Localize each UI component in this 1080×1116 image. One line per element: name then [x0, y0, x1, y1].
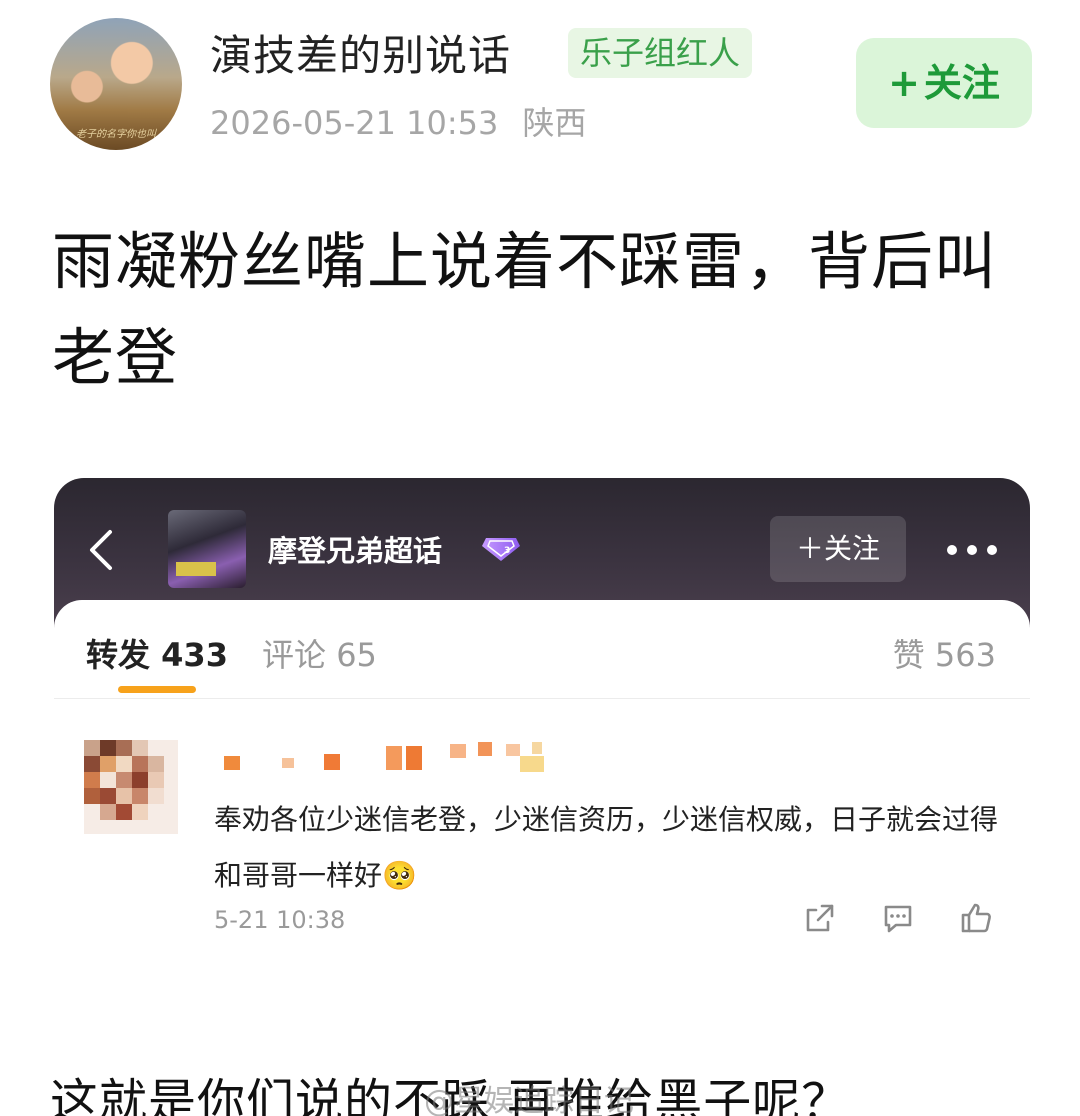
tab-like-label: 赞 [892, 636, 925, 674]
author-badge: 乐子组红人 [568, 28, 753, 78]
tab-comment-label: 评论 [262, 636, 327, 674]
pleading-face-icon: 🥺 [382, 859, 417, 892]
post-meta: 2026-05-21 10:53 陕西 [210, 98, 587, 144]
tab-comment-count: 65 [336, 636, 377, 674]
embedded-screenshot: 摩登兄弟超话 3 ＋关注 转发 433 评论 65 赞 563 奉劝各位少迷信老… [54, 478, 1030, 956]
tab-like[interactable]: 赞 563 [893, 630, 996, 676]
vip-icon: 3 [482, 538, 520, 561]
author-avatar[interactable]: 老子的名字你也叫 [50, 18, 182, 150]
topic-thumbnail[interactable] [168, 510, 246, 588]
share-icon[interactable] [802, 900, 838, 936]
commenter-avatar-blurred[interactable] [84, 740, 178, 834]
tab-divider [54, 698, 1030, 699]
tab-repost-label: 转发 [86, 636, 151, 674]
comment-time: 5-21 10:38 [214, 906, 346, 934]
more-icon[interactable] [946, 544, 998, 556]
follow-button[interactable]: + 关注 [856, 38, 1032, 128]
comment-icon[interactable] [880, 900, 916, 936]
active-tab-indicator [118, 686, 196, 693]
comment-text: 奉劝各位少迷信老登，少迷信资历，少迷信权威，日子就会过得和哥哥一样好🥺 [214, 792, 1004, 904]
author-name[interactable]: 演技差的别说话 [210, 22, 511, 83]
comment-panel: 转发 433 评论 65 赞 563 奉劝各位少迷信老登，少迷信资历，少迷信权威… [54, 600, 1030, 956]
post-location: 陕西 [522, 104, 587, 142]
tab-repost-count: 433 [161, 636, 228, 674]
plus-icon: + [888, 61, 920, 105]
post-body-text: 雨凝粉丝嘴上说着不踩雷，背后叫老登 [52, 225, 998, 394]
post-timestamp: 2026-05-21 10:53 [210, 104, 499, 142]
follow-label: 关注 [923, 61, 1000, 105]
back-icon[interactable] [82, 528, 122, 572]
like-icon[interactable] [958, 900, 994, 936]
avatar-caption: 老子的名字你也叫 [76, 129, 156, 140]
tab-like-count: 563 [934, 636, 996, 674]
commenter-name-blurred[interactable] [216, 738, 556, 776]
watermark: @星娱追踪日记 [424, 1084, 634, 1116]
tab-comment[interactable]: 评论 65 [262, 630, 377, 676]
topic-follow-button[interactable]: ＋关注 [770, 516, 906, 582]
svg-text:3: 3 [504, 546, 510, 556]
topic-name[interactable]: 摩登兄弟超话 [268, 528, 442, 570]
tab-repost[interactable]: 转发 433 [86, 630, 228, 676]
comment-text-body: 奉劝各位少迷信老登，少迷信资历，少迷信权威，日子就会过得和哥哥一样好 [214, 803, 999, 892]
